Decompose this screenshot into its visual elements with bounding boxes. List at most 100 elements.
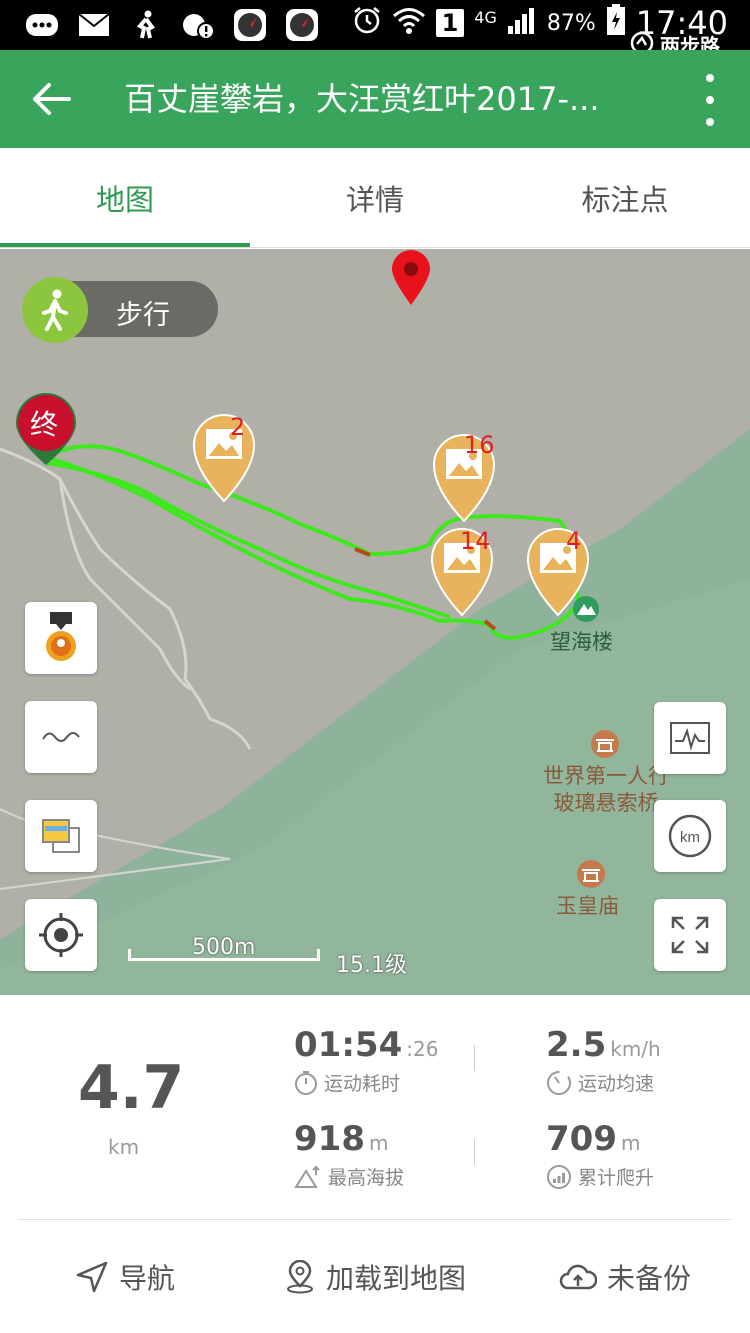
duration-value: 01:54 [294,1025,403,1065]
target-icon [39,913,83,957]
cloud-upload-icon [559,1264,597,1289]
photo-pin-icon [192,414,256,503]
total-climb-label: 累计爬升 [578,1167,655,1189]
avg-speed-value: 2.5 [546,1025,607,1065]
avg-speed-label: 运动均速 [578,1073,655,1095]
km-icon: km [668,814,712,858]
arrow-left-icon [33,83,71,115]
stopwatch-icon [295,1070,317,1095]
layers-button[interactable] [25,800,97,872]
max-altitude-stat: 918 m 最高海拔 [294,1119,404,1190]
duration-label: 运动耗时 [324,1073,401,1095]
divider [474,1139,475,1165]
navigation-arrow-icon [76,1261,108,1292]
more-dot [706,96,714,104]
notification-icons [24,8,320,42]
load-to-map-button[interactable]: 加载到地图 [250,1220,500,1333]
temple-poi-icon [577,860,605,888]
back-button[interactable] [28,76,74,122]
temple-poi-icon [591,730,619,758]
poi-yuhuang-temple[interactable]: 玉皇庙 [556,893,619,920]
page-title: 百丈崖攀岩，大汪赏红叶2017-... [124,80,600,118]
photo-marker[interactable]: 16 [430,431,498,523]
map-terrain [0,429,750,995]
navigate-label: 导航 [118,1261,175,1295]
poi-wanghailou[interactable]: 望海楼 [550,629,613,656]
more-dot [706,74,714,82]
map-pin-icon [286,1259,313,1293]
alarm-icon [352,5,382,41]
bottom-actions: 导航 加载到地图 未备份 [0,1220,750,1333]
signal-icon [507,6,537,40]
network-type: 4G [474,8,497,27]
total-climb-value: 709 [546,1119,617,1159]
photo-count: 4 [566,527,582,555]
line-chart-icon [670,722,710,754]
scale-label: 500m [192,935,256,960]
wave-icon [42,732,80,742]
sim-slot-badge: 1 [435,9,465,37]
avg-speed-unit: km/h [610,1037,661,1061]
locate-button[interactable] [25,899,97,971]
max-altitude-label: 最高海拔 [328,1167,405,1189]
more-options-button[interactable] [700,74,720,126]
total-climb-stat: 709 m 累计爬升 [546,1119,654,1190]
fullscreen-button[interactable] [654,899,726,971]
km-marker-button[interactable]: km [654,800,726,872]
total-climb-unit: m [620,1131,641,1155]
wifi-icon [392,5,426,41]
mode-toggle[interactable]: 步行 [22,277,218,343]
photo-marker[interactable]: 14 [428,525,496,617]
end-marker[interactable]: 终 [12,391,80,467]
mountain-peak-icon [294,1165,320,1188]
mode-label: 步行 [116,300,170,331]
max-altitude-value: 918 [294,1119,365,1159]
duration-seconds: :26 [406,1037,439,1061]
navigation-app-icon [284,8,320,42]
end-marker-label: 终 [30,408,59,441]
photo-count: 16 [464,431,495,459]
app-bar: 百丈崖攀岩，大汪赏红叶2017-... [0,50,750,148]
track-chart-button[interactable] [654,702,726,774]
location-pin-icon[interactable] [388,249,434,307]
backup-button[interactable]: 未备份 [500,1220,750,1333]
tab-bar: 地图 详情 标注点 [0,148,750,248]
walking-icon [22,277,88,343]
tab-waypoints[interactable]: 标注点 [500,148,750,247]
track-stats: 4.7 km 01:54:26 运动耗时 2.5 km/h 运动均速 918 m 最… [0,995,750,1220]
tab-details[interactable]: 详情 [250,148,500,247]
battery-percent: 87% [546,10,596,36]
distance-value: 4.7 [78,1053,185,1123]
photo-count: 2 [230,413,246,441]
divider [474,1045,475,1071]
photo-count: 14 [460,527,491,555]
status-bar: 1 4G 87% 17:40 两步路 [0,0,750,58]
navigate-button[interactable]: 导航 [0,1220,250,1333]
layers-icon [42,819,80,853]
svg-text:km: km [680,829,700,846]
medal-icon [46,612,76,661]
zoom-level: 15.1级 [336,953,407,978]
more-dot [706,118,714,126]
chat-icon [24,8,60,42]
duration-stat: 01:54:26 运动耗时 [294,1025,438,1096]
medal-button[interactable] [25,602,97,674]
mail-icon [76,8,112,42]
elevation-button[interactable] [25,701,97,773]
avg-speed-stat: 2.5 km/h 运动均速 [546,1025,661,1096]
expand-icon [671,916,709,954]
compass-app-icon [232,8,268,42]
backup-label: 未备份 [606,1261,691,1295]
climb-icon [547,1164,571,1189]
sync-alert-icon [180,8,216,42]
fitness-icon [128,8,164,42]
distance-unit: km [108,1135,140,1159]
battery-icon [606,4,626,42]
tab-map[interactable]: 地图 [0,148,250,247]
max-altitude-unit: m [368,1131,389,1155]
load-to-map-label: 加载到地图 [325,1261,466,1295]
map-view[interactable]: 步行 终 2 16 14 4 望海楼 世界第一人行 玻璃悬索桥 玉皇庙 km 5… [0,249,750,995]
mountain-poi-icon [573,596,599,622]
speedometer-icon [547,1070,571,1095]
photo-marker[interactable]: 2 [190,411,258,503]
